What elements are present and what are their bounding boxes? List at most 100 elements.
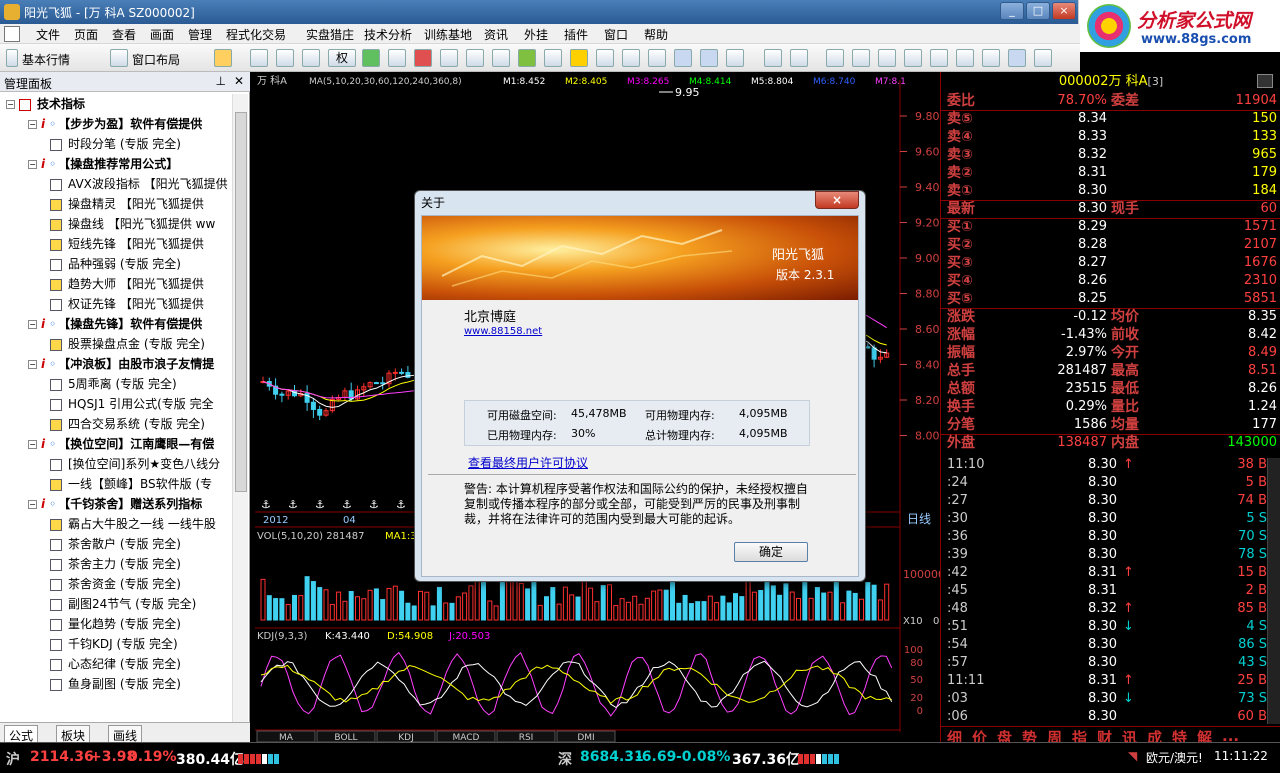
- tab-drawing[interactable]: 画线: [108, 725, 143, 743]
- menu-tech-analysis[interactable]: 技术分析: [364, 26, 412, 43]
- menu-training[interactable]: 训练基地: [424, 26, 472, 43]
- open-folder-icon[interactable]: [214, 49, 232, 67]
- tree-item[interactable]: 心态纪律 (专版 完全): [50, 654, 181, 674]
- collapse-icon[interactable]: −: [28, 320, 37, 329]
- list-icon[interactable]: [440, 49, 458, 67]
- panel-scrollbar[interactable]: [232, 94, 248, 722]
- select-icon[interactable]: [1034, 49, 1052, 67]
- tree-item[interactable]: − i ◦ 【步步为盈】软件有偿提供: [28, 114, 202, 134]
- tree-item[interactable]: 5周乖离 (专版 完全): [50, 374, 177, 394]
- market-view-button[interactable]: 基本行情: [22, 51, 70, 68]
- candle-icon[interactable]: [852, 49, 870, 67]
- bar-icon[interactable]: [826, 49, 844, 67]
- anchor-icon[interactable]: [904, 49, 922, 67]
- menu-view[interactable]: 查看: [112, 26, 136, 43]
- collapse-icon[interactable]: −: [28, 120, 37, 129]
- ticks-scrollbar[interactable]: [1267, 458, 1280, 724]
- page-icon[interactable]: [930, 49, 948, 67]
- table-icon[interactable]: [622, 49, 640, 67]
- tree-item[interactable]: 茶舍资金 (专版 完全): [50, 574, 181, 594]
- tree-item[interactable]: 茶舍主力 (专版 完全): [50, 554, 181, 574]
- scroll-thumb[interactable]: [235, 112, 247, 492]
- tree-item[interactable]: − 技术指标: [6, 94, 85, 114]
- menu-hunt-dealer[interactable]: 实盘猎庄: [306, 26, 354, 43]
- tree-item[interactable]: 霸占大牛股之一线 一线牛股: [50, 514, 216, 534]
- menu-screen[interactable]: 画面: [150, 26, 174, 43]
- menu-program-trading[interactable]: 程式化交易: [226, 26, 286, 43]
- tools-icon[interactable]: [878, 49, 896, 67]
- indicator-tab-label[interactable]: MACD: [453, 733, 480, 743]
- tree-item[interactable]: 千钧KDJ (专版 完全): [50, 634, 178, 654]
- chart-bars-icon[interactable]: [250, 49, 268, 67]
- period-label[interactable]: 日线: [907, 512, 931, 526]
- tree-item[interactable]: 量化趋势 (专版 完全): [50, 614, 181, 634]
- formula-icon[interactable]: [388, 49, 406, 67]
- menu-plugin-ext[interactable]: 外挂: [524, 26, 548, 43]
- tree-item[interactable]: 茶舍散户 (专版 完全): [50, 534, 181, 554]
- menu-page[interactable]: 页面: [74, 26, 98, 43]
- edit-icon[interactable]: [544, 49, 562, 67]
- period-icon[interactable]: [302, 49, 320, 67]
- tree-item[interactable]: 时段分笔 (专版 完全): [50, 134, 181, 154]
- license-link[interactable]: 查看最终用户许可协议: [468, 454, 588, 471]
- tree-item[interactable]: 四合交易系统 (专版 完全): [50, 414, 205, 434]
- collapse-icon[interactable]: −: [6, 100, 15, 109]
- indicator-tab-label[interactable]: MA: [279, 733, 294, 743]
- tree-item[interactable]: 操盘精灵 【阳光飞狐提供: [50, 194, 204, 214]
- minimize-button[interactable]: _: [1000, 2, 1024, 20]
- tree-item[interactable]: AVX波段指标 【阳光飞狐提供: [50, 174, 228, 194]
- tree-item[interactable]: − i ◦ 【冲浪板】由股市浪子友情提: [28, 354, 214, 374]
- stats-icon[interactable]: [414, 49, 432, 67]
- ok-button[interactable]: 确定: [734, 542, 808, 562]
- dialog-close-button[interactable]: ×: [815, 191, 859, 209]
- tree-item[interactable]: 品种强弱 (专版 完全): [50, 254, 181, 274]
- news-icon[interactable]: [492, 49, 510, 67]
- menu-manage[interactable]: 管理: [188, 26, 212, 43]
- pin-icon[interactable]: ⊥: [216, 74, 226, 88]
- doc-icon[interactable]: [466, 49, 484, 67]
- split-chart-icon[interactable]: [700, 49, 718, 67]
- grid-icon[interactable]: [596, 49, 614, 67]
- tree-item[interactable]: − i ◦ 【换位空间】江南鹰眼—有偿: [28, 434, 214, 454]
- line-chart-icon[interactable]: [674, 49, 692, 67]
- tree-item[interactable]: 趋势大师 【阳光飞狐提供: [50, 274, 204, 294]
- tree-item[interactable]: HQSJ1 引用公式(专版 完全: [50, 394, 214, 414]
- sh-index[interactable]: 2114.36: [30, 749, 94, 765]
- collapse-icon[interactable]: −: [28, 360, 37, 369]
- menu-file[interactable]: 文件: [36, 26, 60, 43]
- indicator-tab-label[interactable]: BOLL: [334, 733, 357, 743]
- tree-item[interactable]: − i ◦ 【千钧茶舍】赠送系列指标: [28, 494, 202, 514]
- menu-window[interactable]: 窗口: [604, 26, 628, 43]
- company-url[interactable]: www.88158.net: [464, 326, 542, 337]
- close-panel-icon[interactable]: ✕: [234, 74, 244, 88]
- indicator-tab-label[interactable]: RSI: [519, 733, 534, 743]
- window-icon[interactable]: [726, 49, 744, 67]
- tree-item[interactable]: 股票操盘点金 (专版 完全): [50, 334, 205, 354]
- multi-chart-icon[interactable]: [764, 49, 782, 67]
- gear-icon[interactable]: [570, 49, 588, 67]
- tree-item[interactable]: 一线【颤峰】BS软件版 (专: [50, 474, 212, 494]
- tree-item[interactable]: [换位空间]系列★变色八线分: [50, 454, 220, 474]
- doc-view-icon[interactable]: [1008, 49, 1026, 67]
- maximize-button[interactable]: □: [1026, 2, 1050, 20]
- color-icon[interactable]: [956, 49, 974, 67]
- tree-item[interactable]: − i ◦ 【操盘先锋】软件有偿提供: [28, 314, 202, 334]
- kline-icon[interactable]: [648, 49, 666, 67]
- rights-adjust-button[interactable]: 权: [328, 49, 356, 67]
- compare-icon[interactable]: [790, 49, 808, 67]
- menu-plugins[interactable]: 插件: [564, 26, 588, 43]
- menu-info[interactable]: 资讯: [484, 26, 508, 43]
- tree-item[interactable]: 权证先锋 【阳光飞狐提供: [50, 294, 204, 314]
- money-icon[interactable]: [518, 49, 536, 67]
- refresh-icon[interactable]: [982, 49, 1000, 67]
- tree-item[interactable]: 操盘线 【阳光飞狐提供 ww: [50, 214, 215, 234]
- tree-item[interactable]: 副图24节气 (专版 完全): [50, 594, 196, 614]
- quote-menu-icon[interactable]: [1257, 74, 1273, 88]
- indicator-tab-label[interactable]: KDJ: [398, 733, 414, 743]
- collapse-icon[interactable]: −: [28, 160, 37, 169]
- close-window-button[interactable]: ×: [1052, 2, 1076, 20]
- tree-item[interactable]: − i ◦ 【操盘推荐常用公式】: [28, 154, 178, 174]
- window-layout-button[interactable]: 窗口布局: [132, 51, 180, 68]
- doc-menu-icon[interactable]: [4, 26, 20, 42]
- tab-formula[interactable]: 公式: [4, 725, 39, 743]
